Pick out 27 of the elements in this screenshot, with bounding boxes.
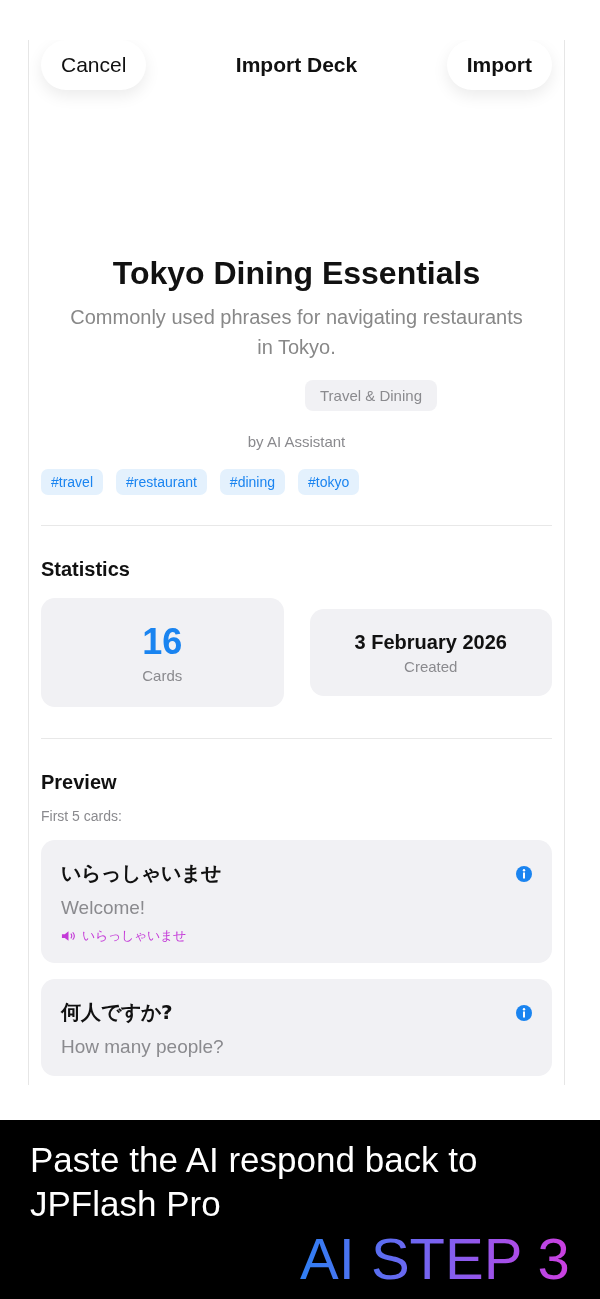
caption-text: Paste the AI respond back to JPFlash Pro [30,1139,479,1225]
category-chip: Travel & Dining [305,380,437,411]
section-heading: Preview [41,771,118,794]
author-text: by AI Assistant [246,433,347,450]
import-button[interactable]: Import [446,40,552,90]
created-date: 3 February 2026 [354,630,507,654]
info-icon[interactable] [516,1004,532,1021]
screen-title: Import Deck [235,53,358,77]
card-front: いらっしゃいませ [61,860,221,887]
tag-chip: #dining [219,469,285,495]
card-count: 16 [142,621,183,663]
card-back: Welcome! [61,897,147,919]
deck-description: Commonly used phrases for navigating restaurants in Tokyo. [69,305,524,360]
cancel-button[interactable]: Cancel [41,40,147,90]
tag-chip: #tokyo [298,469,360,495]
stat-label: Created [404,657,458,675]
tag-chip: #travel [41,469,104,495]
card-front: 何人ですか? [61,999,173,1026]
card-reading: いらっしゃいませ [82,927,186,945]
preview-subheading: First 5 cards: [41,808,123,824]
section-heading: Statistics [41,558,131,581]
info-icon[interactable] [516,865,532,882]
card-back: How many people? [61,1036,225,1058]
speaker-icon[interactable] [61,930,76,942]
stat-label: Cards [142,667,183,684]
deck-title: Tokyo Dining Essentials [111,255,482,292]
tag-chip: #restaurant [116,469,207,495]
